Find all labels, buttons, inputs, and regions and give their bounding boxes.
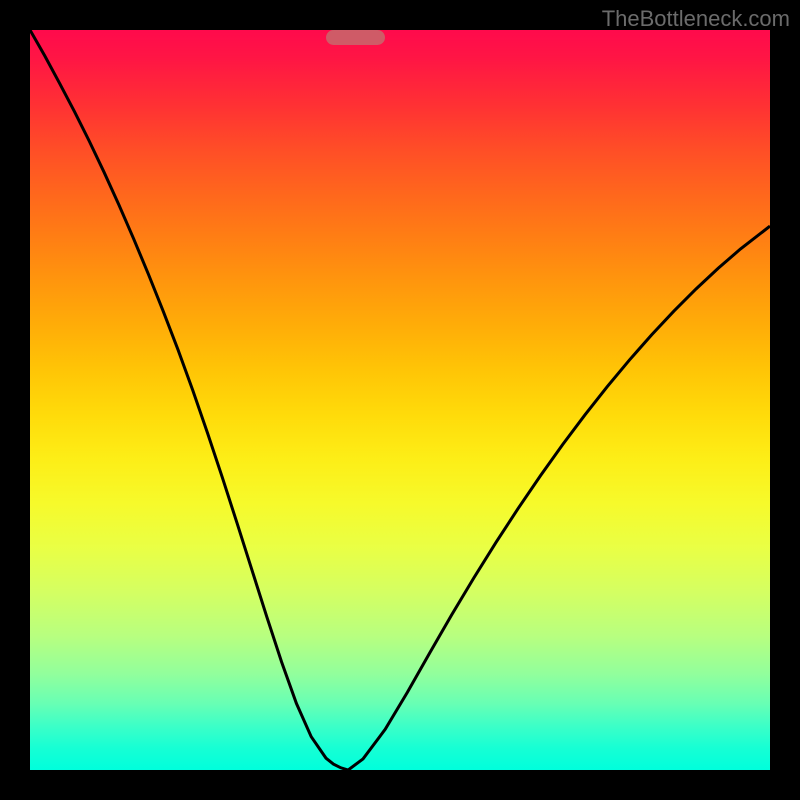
chart-container: TheBottleneck.com <box>0 0 800 800</box>
bottleneck-curves <box>30 30 770 770</box>
left-curve <box>30 30 348 770</box>
watermark-text: TheBottleneck.com <box>602 6 790 32</box>
plot-area <box>30 30 770 770</box>
right-curve <box>348 226 770 770</box>
optimal-marker <box>326 30 385 45</box>
